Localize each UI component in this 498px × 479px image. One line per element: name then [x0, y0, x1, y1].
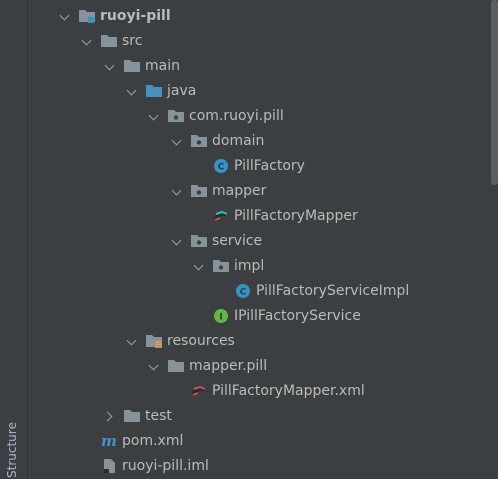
- chevron-right-icon[interactable]: [103, 409, 117, 423]
- tree-node-mapper-pill[interactable]: mapper.pill: [28, 353, 491, 378]
- module-folder-icon: [79, 9, 95, 23]
- side-tool-strip: Structure: [0, 0, 28, 479]
- chevron-down-icon[interactable]: [170, 134, 184, 148]
- tree-node-label: PillFactoryMapper: [234, 207, 358, 224]
- tree-node-ruoyi-pill[interactable]: ruoyi-pill: [28, 3, 491, 28]
- structure-tool-tab[interactable]: Structure: [3, 420, 23, 479]
- folder-icon: [168, 359, 184, 372]
- class-icon: C: [236, 283, 250, 298]
- package-icon: [168, 109, 184, 122]
- tree-node-label: impl: [234, 257, 265, 274]
- mybatis-mapper-icon: [214, 210, 228, 221]
- tree-node-pillfactory-mapper-xml[interactable]: PillFactoryMapper.xml: [28, 378, 491, 403]
- svg-text:C: C: [218, 162, 225, 172]
- chevron-down-icon[interactable]: [147, 359, 161, 373]
- chevron-down-icon[interactable]: [103, 59, 117, 73]
- tree-node-domain[interactable]: domain: [28, 128, 491, 153]
- svg-text:I: I: [219, 312, 222, 322]
- tree-node-label: PillFactoryMapper.xml: [212, 382, 365, 399]
- folder-icon: [124, 409, 140, 422]
- tree-node-label: pom.xml: [122, 432, 184, 449]
- resources-folder-icon: [146, 334, 162, 348]
- chevron-down-icon[interactable]: [170, 234, 184, 248]
- project-tree[interactable]: ruoyi-pill src main java com.ruoyi.pill …: [28, 0, 491, 479]
- tree-node-label: main: [145, 57, 180, 74]
- tree-node-pillfactory[interactable]: C PillFactory: [28, 153, 491, 178]
- tree-node-label: src: [122, 32, 143, 49]
- tree-node-main[interactable]: main: [28, 53, 491, 78]
- tree-node-label: service: [212, 232, 263, 249]
- package-icon: [191, 184, 207, 197]
- tree-node-impl[interactable]: impl: [28, 253, 491, 278]
- tree-node-mapper[interactable]: mapper: [28, 178, 491, 203]
- chevron-down-icon[interactable]: [170, 184, 184, 198]
- package-icon: [191, 134, 207, 147]
- chevron-down-icon[interactable]: [192, 259, 206, 273]
- tree-node-pom-xml[interactable]: m pom.xml: [28, 428, 491, 453]
- svg-text:m: m: [101, 433, 117, 449]
- tree-node-label: mapper: [212, 182, 267, 199]
- tree-node-label: java: [167, 82, 197, 99]
- source-folder-icon: [146, 84, 162, 97]
- chevron-down-icon[interactable]: [147, 109, 161, 123]
- tree-node-ipillfactory-service[interactable]: I IPillFactoryService: [28, 303, 491, 328]
- tree-node-label: IPillFactoryService: [234, 307, 361, 324]
- tree-node-label: ruoyi-pill: [100, 7, 171, 24]
- iml-file-icon: [104, 458, 115, 473]
- tree-node-label: ruoyi-pill.iml: [122, 457, 209, 474]
- tree-node-label: mapper.pill: [189, 357, 268, 374]
- xml-mapper-icon: [192, 385, 206, 396]
- tree-node-label: resources: [167, 332, 235, 349]
- tree-node-test[interactable]: test: [28, 403, 491, 428]
- tree-node-label: com.ruoyi.pill: [189, 107, 284, 124]
- chevron-down-icon[interactable]: [125, 84, 139, 98]
- tree-node-label: PillFactoryServiceImpl: [256, 282, 410, 299]
- tree-node-package-root[interactable]: com.ruoyi.pill: [28, 103, 491, 128]
- maven-icon: m: [101, 433, 117, 449]
- svg-text:C: C: [240, 287, 247, 297]
- tree-node-java[interactable]: java: [28, 78, 491, 103]
- package-icon: [191, 234, 207, 247]
- interface-icon: I: [214, 308, 228, 323]
- chevron-down-icon[interactable]: [125, 334, 139, 348]
- tree-node-label: domain: [212, 132, 265, 149]
- tree-node-pillfactory-service-impl[interactable]: C PillFactoryServiceImpl: [28, 278, 491, 303]
- tree-node-label: test: [145, 407, 172, 424]
- vertical-scrollbar[interactable]: [491, 0, 498, 185]
- chevron-down-icon[interactable]: [58, 9, 72, 23]
- folder-icon: [101, 34, 117, 47]
- class-icon: C: [214, 158, 228, 173]
- chevron-down-icon[interactable]: [80, 34, 94, 48]
- folder-icon: [124, 59, 140, 72]
- tree-node-label: PillFactory: [234, 157, 305, 174]
- tree-node-ruoyi-pill-iml[interactable]: ruoyi-pill.iml: [28, 453, 491, 478]
- tree-node-pillfactory-mapper[interactable]: PillFactoryMapper: [28, 203, 491, 228]
- tree-node-resources[interactable]: resources: [28, 328, 491, 353]
- package-icon: [213, 259, 229, 272]
- structure-tab-label: Structure: [5, 422, 19, 478]
- tree-node-src[interactable]: src: [28, 28, 491, 53]
- tree-node-service[interactable]: service: [28, 228, 491, 253]
